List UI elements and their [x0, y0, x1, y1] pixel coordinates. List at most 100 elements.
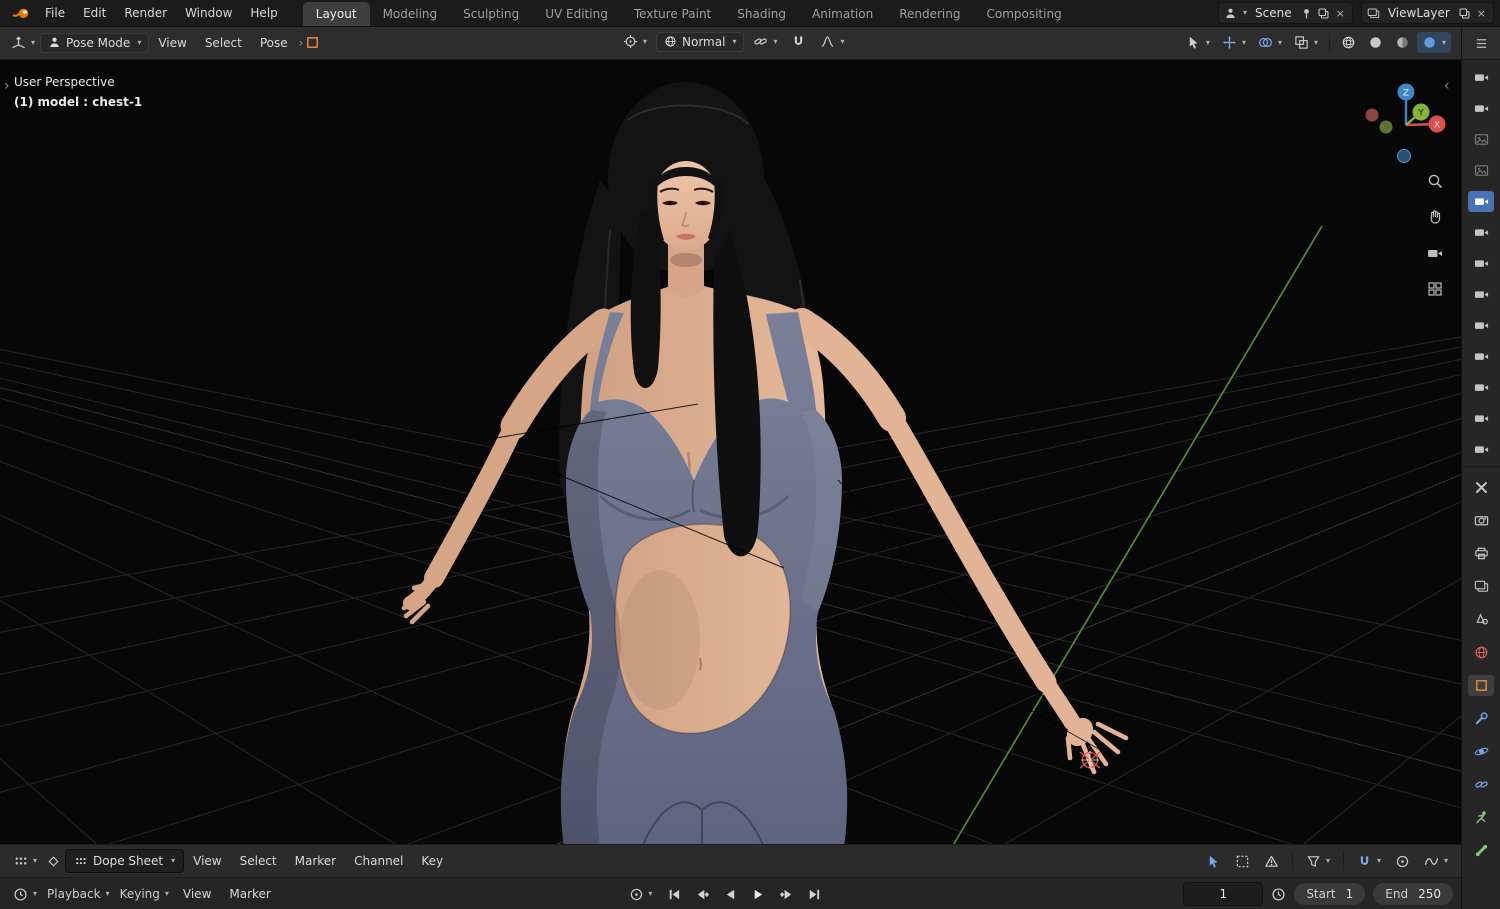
menu-render[interactable]: Render	[115, 2, 176, 24]
outliner-image-icon[interactable]	[1468, 160, 1494, 181]
ortho-toggle-icon[interactable]	[1426, 280, 1444, 298]
outliner-camera-icon[interactable]	[1468, 284, 1494, 305]
shading-material-button[interactable]	[1390, 32, 1415, 53]
menu-select[interactable]: Select	[196, 32, 251, 54]
tab-rendering[interactable]: Rendering	[886, 2, 973, 26]
tab-modeling[interactable]: Modeling	[370, 2, 451, 26]
properties-tab-modifiers[interactable]	[1468, 708, 1494, 729]
scene-name[interactable]: Scene	[1251, 6, 1296, 20]
only-selected-filter-toggle[interactable]	[1201, 851, 1226, 872]
interpolation-dropdown[interactable]: ▾	[1419, 851, 1453, 872]
ds-menu-view[interactable]: View	[184, 850, 230, 872]
end-frame-field[interactable]: End 250	[1373, 883, 1453, 906]
pin-icon[interactable]	[1300, 7, 1313, 20]
viewlayer-browse-icon[interactable]	[1367, 7, 1380, 20]
jump-to-start-button[interactable]	[663, 883, 685, 905]
dopesheet-context-icon[interactable]	[42, 852, 65, 871]
object-visibility-dropdown[interactable]: ▾	[1181, 32, 1215, 53]
autokey-toggle[interactable]: ▾	[623, 884, 657, 905]
properties-tab-tool[interactable]	[1468, 477, 1494, 498]
menu-edit[interactable]: Edit	[74, 2, 115, 24]
tl-menu-marker[interactable]: Marker	[220, 883, 279, 905]
tab-uv-editing[interactable]: UV Editing	[532, 2, 621, 26]
tl-menu-view[interactable]: View	[174, 883, 220, 905]
ds-menu-key[interactable]: Key	[412, 850, 452, 872]
next-keyframe-button[interactable]	[775, 883, 797, 905]
mode-select[interactable]: Pose Mode ▾	[40, 32, 150, 53]
navigation-gizmo[interactable]: Z X Y	[1358, 78, 1454, 174]
remove-viewlayer-icon[interactable]: ×	[1475, 7, 1488, 20]
playback-popover[interactable]: Playback ▾	[42, 884, 115, 904]
properties-tab-bone[interactable]	[1468, 840, 1494, 861]
chevron-down-icon[interactable]: ▾	[1243, 9, 1247, 17]
tab-animation[interactable]: Animation	[799, 2, 886, 26]
scene-browse-icon[interactable]	[1224, 7, 1237, 20]
properties-tab-output[interactable]	[1468, 543, 1494, 564]
ds-menu-channel[interactable]: Channel	[345, 850, 412, 872]
filter-dropdown[interactable]: ▾	[1301, 851, 1335, 872]
menu-view[interactable]: View	[149, 32, 195, 54]
proportional-edit-toggle[interactable]	[1390, 851, 1415, 872]
outliner-image-icon[interactable]	[1468, 129, 1494, 150]
outliner-camera-icon[interactable]	[1468, 315, 1494, 336]
editor-type-button[interactable]: ▾	[6, 32, 40, 53]
snap-toggle[interactable]	[786, 31, 811, 52]
current-frame-field[interactable]: 1	[1183, 882, 1264, 907]
properties-tab-constraints[interactable]	[1468, 774, 1494, 795]
outliner-camera-icon[interactable]	[1468, 346, 1494, 367]
active-object-icon[interactable]	[305, 35, 320, 50]
menu-file[interactable]: File	[36, 2, 74, 24]
pivot-point-dropdown[interactable]: ▾	[618, 31, 652, 52]
viewport-canvas[interactable]	[0, 59, 1461, 845]
prev-keyframe-button[interactable]	[691, 883, 713, 905]
properties-tab-object-data[interactable]	[1468, 807, 1494, 828]
viewlayer-name[interactable]: ViewLayer	[1384, 6, 1454, 20]
xray-toggle[interactable]: ▾	[1289, 32, 1323, 53]
camera-view-icon[interactable]	[1426, 244, 1444, 262]
outliner-camera-icon[interactable]	[1468, 439, 1494, 460]
tab-texture-paint[interactable]: Texture Paint	[621, 2, 724, 26]
menu-pose[interactable]: Pose	[251, 32, 297, 54]
outliner-camera-icon[interactable]	[1468, 67, 1494, 88]
timeline-editor-type-button[interactable]: ▾	[8, 884, 42, 905]
frame-clock-icon[interactable]	[1271, 887, 1286, 902]
start-frame-field[interactable]: Start 1	[1294, 883, 1366, 906]
properties-tab-world[interactable]	[1468, 642, 1494, 663]
ds-menu-select[interactable]: Select	[231, 850, 286, 872]
outliner-camera-icon[interactable]	[1468, 222, 1494, 243]
show-overlays-toggle[interactable]: ▾	[1253, 32, 1287, 53]
proportional-edit-dropdown[interactable]: ▾	[815, 31, 849, 52]
snap-dropdown[interactable]: ▾	[1352, 851, 1386, 872]
dopesheet-mode-dropdown[interactable]: Dope Sheet ▾	[65, 849, 185, 874]
outliner-camera-icon[interactable]	[1468, 253, 1494, 274]
properties-tab-physics[interactable]	[1468, 741, 1494, 762]
outliner-camera-icon-active[interactable]	[1468, 191, 1494, 212]
properties-tab-render[interactable]	[1468, 510, 1494, 531]
play-reverse-button[interactable]	[719, 883, 741, 905]
orientation-dropdown[interactable]: Normal ▾	[656, 31, 745, 52]
tab-layout[interactable]: Layout	[302, 2, 370, 26]
keying-popover[interactable]: Keying ▾	[115, 884, 174, 904]
unlink-scene-icon[interactable]: ×	[1334, 7, 1347, 20]
shading-solid-button[interactable]	[1363, 32, 1388, 53]
blender-logo-icon[interactable]	[6, 4, 36, 22]
show-gizmos-toggle[interactable]: ▾	[1217, 32, 1251, 53]
zoom-tool-icon[interactable]	[1426, 172, 1444, 190]
tab-compositing[interactable]: Compositing	[973, 2, 1074, 26]
snap-with-dropdown[interactable]: ▾	[748, 31, 782, 52]
outliner-camera-icon[interactable]	[1468, 377, 1494, 398]
toolbar-expand-icon[interactable]: ›	[4, 78, 10, 94]
pan-hand-icon[interactable]	[1426, 208, 1444, 226]
shading-rendered-button[interactable]: ▾	[1416, 32, 1451, 54]
show-hidden-toggle[interactable]	[1230, 851, 1255, 872]
viewport-3d[interactable]: User Perspective (1) model : chest-1 › ‹	[0, 59, 1461, 845]
menu-window[interactable]: Window	[176, 2, 241, 24]
properties-tab-scene[interactable]	[1468, 609, 1494, 630]
outliner-filter-icon[interactable]	[1474, 36, 1489, 51]
dopesheet-editor-type-button[interactable]: ▾	[8, 851, 42, 872]
jump-to-end-button[interactable]	[803, 883, 825, 905]
tab-shading[interactable]: Shading	[724, 2, 799, 26]
play-button[interactable]	[747, 883, 769, 905]
new-viewlayer-icon[interactable]	[1458, 7, 1471, 20]
outliner-camera-icon[interactable]	[1468, 408, 1494, 429]
